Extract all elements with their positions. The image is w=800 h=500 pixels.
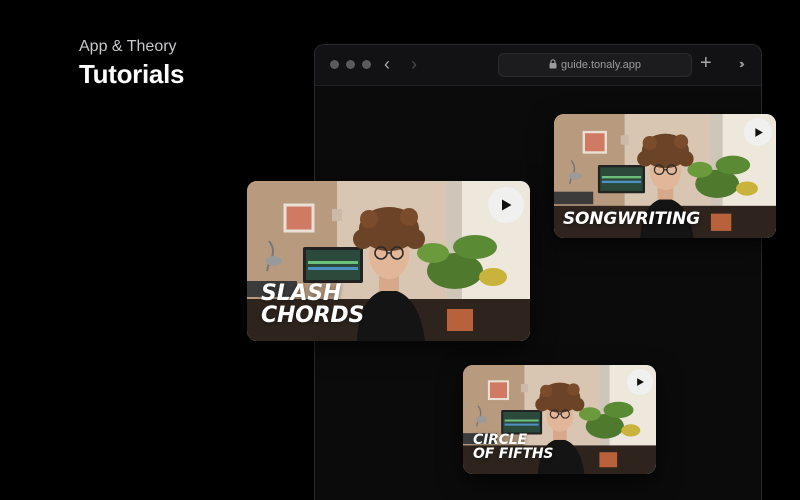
video-title: SLASH CHORDS xyxy=(261,281,365,328)
address-bar[interactable]: guide.tonaly.app xyxy=(498,53,692,77)
lock-icon xyxy=(549,59,557,69)
video-title: SONGWRITING xyxy=(563,209,700,229)
play-icon xyxy=(754,127,763,137)
zoom-dot[interactable] xyxy=(362,60,371,69)
stage: App & Theory Tutorials ‹ › guide.tonaly.… xyxy=(0,0,800,500)
video-card-songwriting[interactable]: SONGWRITING xyxy=(554,114,776,238)
play-icon xyxy=(502,199,512,211)
play-button[interactable] xyxy=(744,118,772,146)
url-text: guide.tonaly.app xyxy=(561,59,641,71)
video-card-circle-of-fifths[interactable]: CIRCLE OF FIFTHS xyxy=(463,365,656,474)
page-title: Tutorials xyxy=(79,59,185,89)
video-card-slash-chords[interactable]: SLASH CHORDS xyxy=(247,181,530,341)
play-button[interactable] xyxy=(488,187,524,223)
section-kicker: App & Theory xyxy=(79,38,177,55)
close-dot[interactable] xyxy=(330,60,339,69)
double-chevron-right-icon[interactable]: ›› xyxy=(739,55,744,73)
page-header: App & Theory Tutorials xyxy=(79,37,184,90)
browser-toolbar: ‹ › guide.tonaly.app + ›› xyxy=(315,45,761,86)
play-icon xyxy=(637,378,644,386)
chevron-left-icon[interactable]: ‹ xyxy=(384,54,390,74)
play-button[interactable] xyxy=(627,369,653,395)
minimize-dot[interactable] xyxy=(346,60,355,69)
plus-icon[interactable]: + xyxy=(700,52,712,74)
video-title: CIRCLE OF FIFTHS xyxy=(473,432,554,462)
chevron-right-icon[interactable]: › xyxy=(411,54,417,74)
